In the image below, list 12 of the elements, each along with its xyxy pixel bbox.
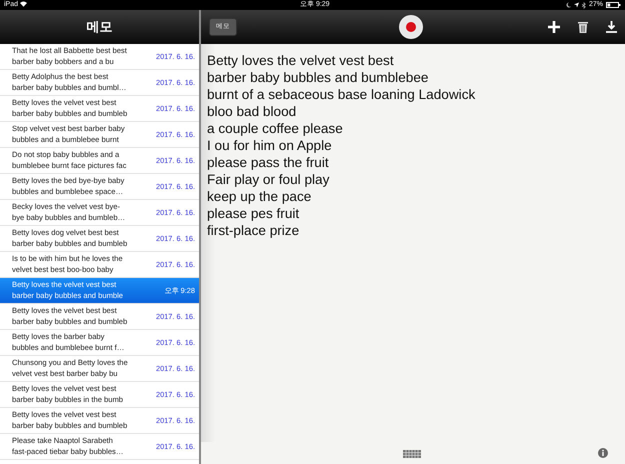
info-icon[interactable] [598,448,608,458]
wifi-icon [20,1,27,8]
keyboard-icon[interactable] [403,450,421,458]
sidebar-title: 메모 [0,10,199,44]
battery-icon [606,2,621,8]
moon-icon [566,2,571,8]
add-icon[interactable] [548,21,560,33]
record-button[interactable] [399,15,423,39]
location-icon [574,2,579,8]
bluetooth-icon [582,2,586,8]
trash-icon[interactable] [578,21,588,33]
download-icon[interactable] [606,21,617,33]
